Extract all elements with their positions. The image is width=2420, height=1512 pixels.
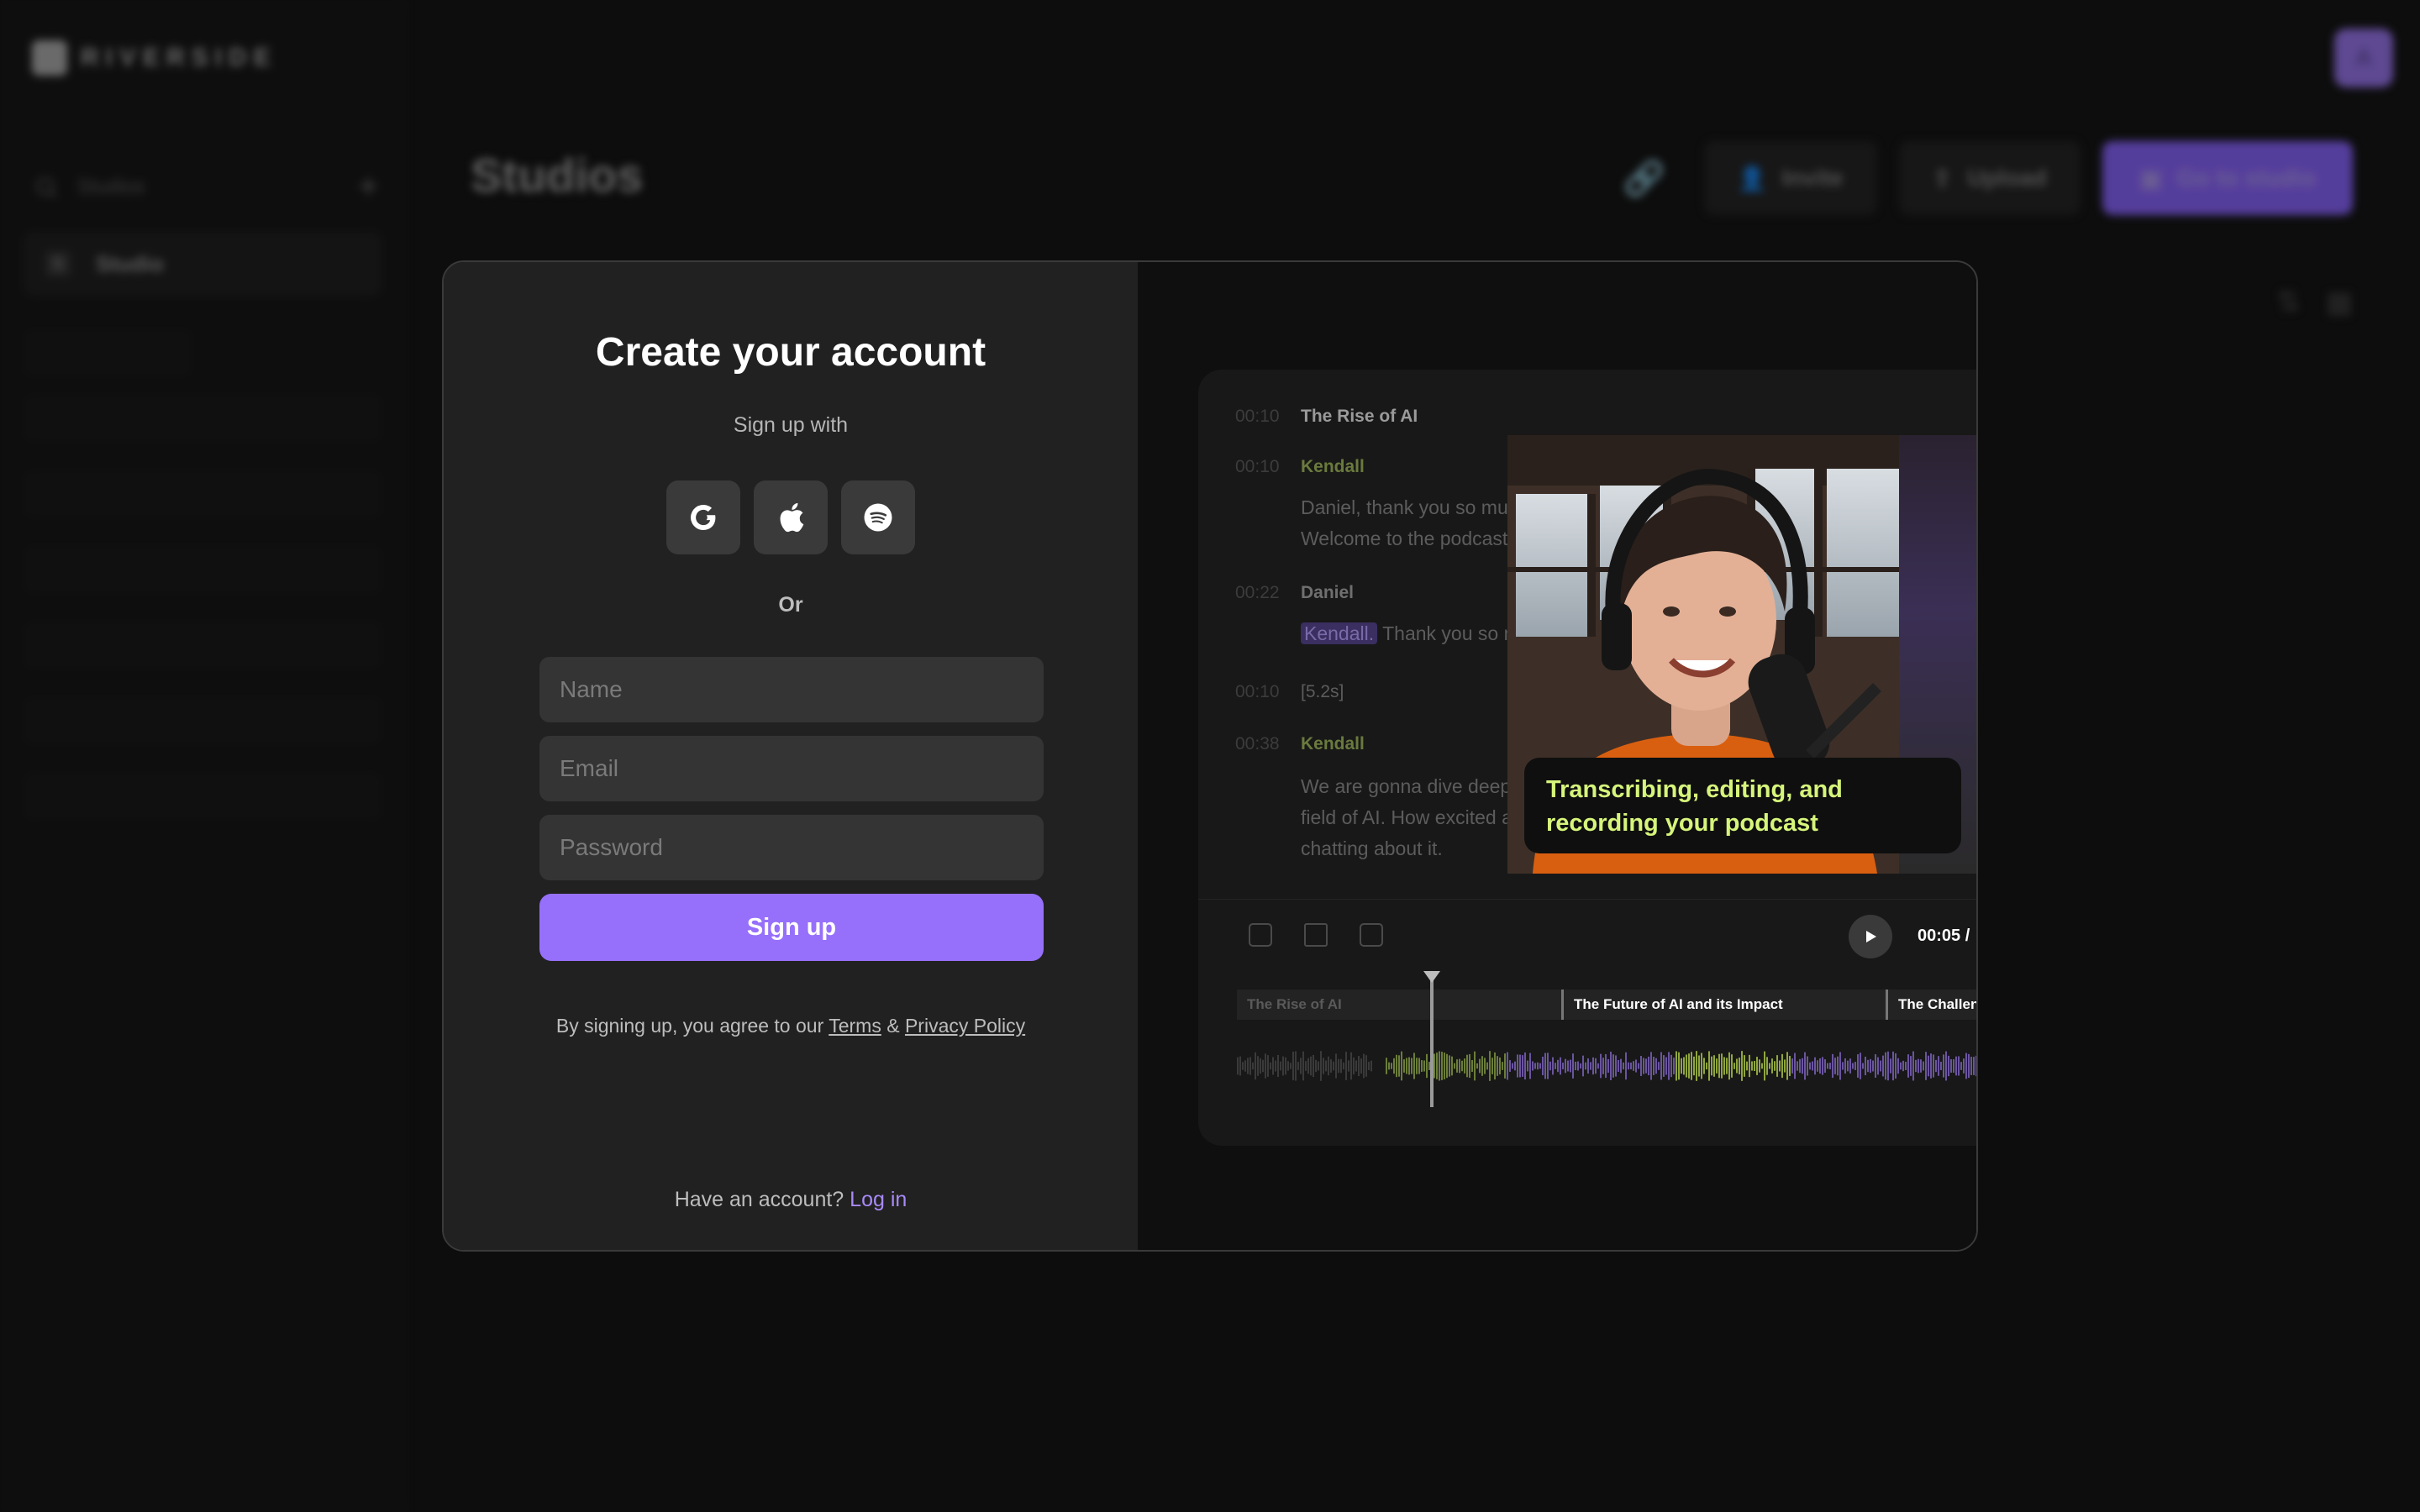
timestamp: 00:22 — [1235, 583, 1280, 602]
transcript-text: Kendall. Thank you so much — [1301, 618, 1519, 649]
transcript-row: 00:10 [5.2s] — [1235, 682, 1344, 702]
signup-panel: Create your account Sign up with Or Sign… — [444, 262, 1138, 1250]
spotify-signup-button[interactable] — [841, 480, 915, 554]
transcript-line: Welcome to the podcast. — [1301, 528, 1513, 549]
transcript-row: 00:38 Kendall — [1235, 734, 1365, 754]
terms-and: & — [886, 1015, 900, 1037]
google-icon — [691, 504, 716, 530]
login-link[interactable]: Log in — [850, 1188, 907, 1211]
timestamp: 00:38 — [1235, 734, 1280, 753]
transcript-text: We are gonna dive deep into the field of… — [1301, 771, 1519, 864]
apple-icon — [780, 502, 804, 533]
transcript-text: Daniel, thank you so much Welcome to the… — [1301, 492, 1519, 554]
transcript-row: 00:10 Kendall — [1235, 457, 1365, 477]
password-field[interactable] — [539, 815, 1044, 880]
have-account-label: Have an account? — [674, 1188, 844, 1211]
timestamp: 00:10 — [1235, 682, 1280, 701]
transcript-row: 00:10 The Rise of AI — [1235, 407, 1418, 427]
transcript-line: Daniel, thank you so much — [1301, 496, 1519, 518]
chapter-title: The Rise of AI — [1301, 407, 1418, 426]
speaker-name: Kendall — [1301, 734, 1365, 753]
privacy-policy-link[interactable]: Privacy Policy — [905, 1015, 1025, 1037]
trash-icon[interactable] — [1304, 923, 1328, 947]
playhead[interactable] — [1430, 976, 1434, 1107]
modal-title: Create your account — [595, 330, 986, 375]
caption-overlay: Transcribing, editing, and recording you… — [1524, 758, 1961, 853]
play-icon — [1866, 931, 1876, 942]
sign-up-with-label: Sign up with — [733, 413, 849, 437]
transcript-row: 00:22 Daniel — [1235, 583, 1354, 603]
chapter-marker[interactable]: The Challeng — [1886, 990, 1976, 1020]
social-signup-buttons — [444, 480, 1138, 554]
sign-up-button[interactable]: Sign up — [539, 894, 1044, 961]
silence-marker: [5.2s] — [1301, 682, 1344, 701]
apple-signup-button[interactable] — [754, 480, 828, 554]
google-signup-button[interactable] — [666, 480, 740, 554]
terms-notice: By signing up, you agree to our Terms & … — [444, 1015, 1138, 1037]
terms-link[interactable]: Terms — [829, 1015, 881, 1037]
split-icon[interactable] — [1249, 923, 1272, 947]
have-account-row: Have an account? Log in — [444, 1188, 1138, 1212]
email-field[interactable] — [539, 736, 1044, 801]
terms-prefix: By signing up, you agree to our — [555, 1015, 824, 1037]
clip-icon[interactable] — [1360, 923, 1383, 947]
name-field[interactable] — [539, 657, 1044, 722]
chapter-marker[interactable]: The Rise of AI — [1237, 990, 1342, 1020]
play-button[interactable] — [1849, 915, 1892, 958]
chapter-track: The Rise of AI The Future of AI and its … — [1237, 990, 1976, 1020]
time-readout: 00:05 / — [1918, 927, 1970, 945]
timestamp: 00:10 — [1235, 457, 1280, 476]
spotify-icon — [864, 503, 892, 532]
transcript-line: chatting about it. — [1301, 837, 1443, 859]
speaker-name: Daniel — [1301, 583, 1355, 602]
preview-panel: 00:10 The Rise of AI 00:10 Kendall Danie… — [1138, 262, 1976, 1250]
transcript-line: field of AI. How excited are — [1301, 806, 1519, 828]
signup-modal: Create your account Sign up with Or Sign… — [442, 260, 1978, 1252]
chapter-marker[interactable]: The Future of AI and its Impact — [1561, 990, 1783, 1020]
or-divider: Or — [778, 593, 803, 617]
timestamp: 00:10 — [1235, 407, 1280, 426]
highlighted-word: Kendall. — [1301, 622, 1378, 644]
audio-waveform[interactable] — [1237, 1028, 1976, 1104]
transcript-line: Thank you so much — [1382, 622, 1519, 644]
speaker-name: Kendall — [1301, 457, 1365, 476]
transcript-line: We are gonna dive deep into the — [1301, 775, 1519, 797]
playback-controls: 00:05 / — [1198, 899, 1976, 974]
